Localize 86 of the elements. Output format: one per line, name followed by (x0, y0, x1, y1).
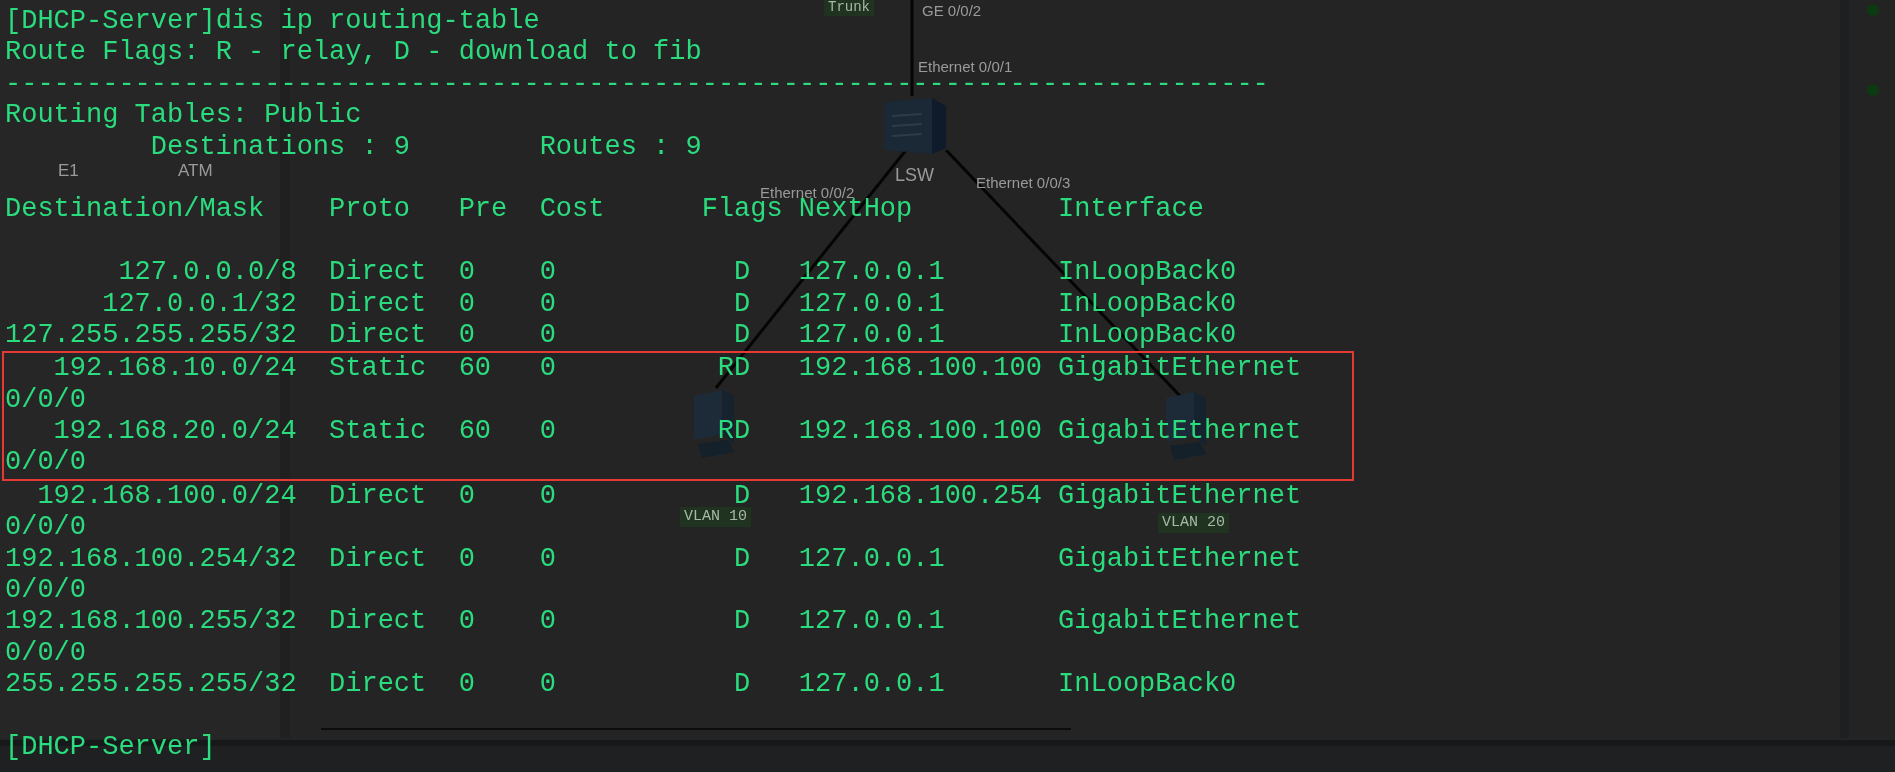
table-cell-text: 0 (458, 543, 476, 576)
column-header: Destination/Mask (5, 194, 266, 226)
port-label: GE 0/0/2 (922, 1, 982, 21)
table-cell-text: 60 (458, 353, 493, 385)
vlan-tag: VLAN 10 (680, 507, 751, 527)
table-cell-text: 127.0.0.1/32 (101, 288, 297, 320)
table-cell-text: 192.168.100.100 (798, 416, 1043, 448)
table-cell-text: 0 (539, 319, 557, 352)
trunk-tag: Trunk (824, 0, 874, 16)
table-cell-text: 0 (539, 257, 557, 289)
table-cell-text: 0 (539, 353, 557, 385)
table-cell-text: GigabitEthernet (1058, 480, 1303, 513)
table-cell: 0/0/0 (5, 575, 86, 607)
table-cell-text: 127.0.0.1 (798, 319, 946, 352)
destinations-count: Destinations : 9 (150, 131, 412, 163)
flags-legend: Route Flags: R - relay, D - download to fib (5, 37, 702, 69)
table-cell-text: InLoopBack0 (1058, 257, 1238, 289)
vlan-tag: VLAN 20 (1158, 513, 1229, 533)
table-cell-text: 0 (539, 543, 557, 576)
table-cell-text: 0 (458, 480, 476, 513)
column-header: Pre (458, 194, 509, 226)
table-cell: 0/0/0 (5, 447, 86, 479)
column-header: Interface (1058, 194, 1205, 226)
table-cell-text: 0 (539, 288, 557, 320)
table-cell-text: 127.0.0.0/8 (117, 257, 297, 289)
table-cell-text: RD (716, 353, 751, 385)
table-cell-text: Direct (329, 257, 428, 289)
table-cell-text: Direct (329, 606, 428, 638)
column-header: Cost (539, 194, 606, 226)
table-cell-text: 127.0.0.1 (798, 543, 946, 576)
table-cell-text: GigabitEthernet (1058, 543, 1303, 576)
routes-count: Routes : 9 (539, 131, 702, 163)
table-cell-text: D (733, 543, 751, 576)
table-cell-text: D (733, 669, 751, 701)
table-cell-text: D (733, 257, 751, 289)
command-line: [DHCP-Server]dis ip routing-table (5, 6, 540, 38)
table-cell-text: 0 (539, 416, 557, 448)
table-cell-text: RD (716, 416, 751, 448)
table-cell-text: 127.0.0.1 (798, 606, 946, 638)
table-cell: 192.168.100.255/32 (5, 606, 297, 638)
table-cell-text: InLoopBack0 (1058, 669, 1238, 701)
table-cell-text: 127.0.0.1 (798, 257, 946, 289)
palette-label: E1 (58, 160, 79, 182)
table-cell-text: GigabitEthernet (1058, 353, 1303, 385)
table-cell-text: Direct (329, 288, 428, 320)
table-cell-text: 0 (539, 480, 557, 513)
port-label: Ethernet 0/0/3 (976, 173, 1071, 193)
table-cell-text: 0 (539, 606, 557, 638)
table-cell-text: InLoopBack0 (1058, 319, 1238, 352)
table-cell-text: GigabitEthernet (1058, 416, 1303, 448)
table-cell-text: 192.168.10.0/24 (52, 353, 297, 385)
table-cell: 0/0/0 (5, 384, 86, 417)
table-cell-text: 192.168.20.0/24 (52, 416, 297, 448)
table-cell-text: Direct (329, 480, 428, 513)
palette-label: ATM (178, 160, 213, 182)
table-cell: 127.255.255.255/32 (5, 319, 297, 352)
table-cell-text: Direct (329, 543, 428, 576)
table-cell-text: GigabitEthernet (1058, 606, 1303, 638)
table-cell-text: Direct (329, 669, 428, 701)
column-header: Proto (329, 194, 412, 226)
table-cell-text: 127.0.0.1 (798, 288, 946, 320)
table-cell: 0/0/0 (5, 512, 86, 544)
table-cell-text: Static (329, 416, 428, 448)
switch-label: LSW (895, 164, 934, 187)
table-cell-text: InLoopBack0 (1058, 288, 1238, 320)
table-cell-text: D (733, 606, 751, 638)
table-cell-text: 0 (539, 669, 557, 701)
table-cell-text: 0 (458, 319, 476, 352)
table-cell-text: 192.168.100.100 (798, 353, 1043, 385)
table-cell-text: 0 (458, 288, 476, 320)
table-cell: 255.255.255.255/32 (5, 669, 297, 701)
table-cell: 0/0/0 (5, 637, 86, 670)
table-cell-text: Static (329, 353, 428, 385)
table-cell-text: 0 (458, 257, 476, 289)
command-prompt: [DHCP-Server] (5, 732, 216, 764)
table-cell-text: D (733, 288, 751, 320)
table-cell-text: D (733, 319, 751, 352)
table-cell-text: 127.0.0.1 (798, 669, 946, 701)
table-cell-text: Direct (329, 319, 428, 352)
table-cell-text: 0 (458, 669, 476, 701)
table-cell-text: 60 (458, 416, 493, 448)
table-cell-text: 192.168.100.0/24 (36, 480, 297, 513)
table-cell: 192.168.100.254/32 (5, 543, 297, 576)
table-title: Routing Tables: Public (5, 100, 362, 132)
table-cell-text: 192.168.100.254 (798, 480, 1043, 513)
table-cell-text: 0 (458, 606, 476, 638)
